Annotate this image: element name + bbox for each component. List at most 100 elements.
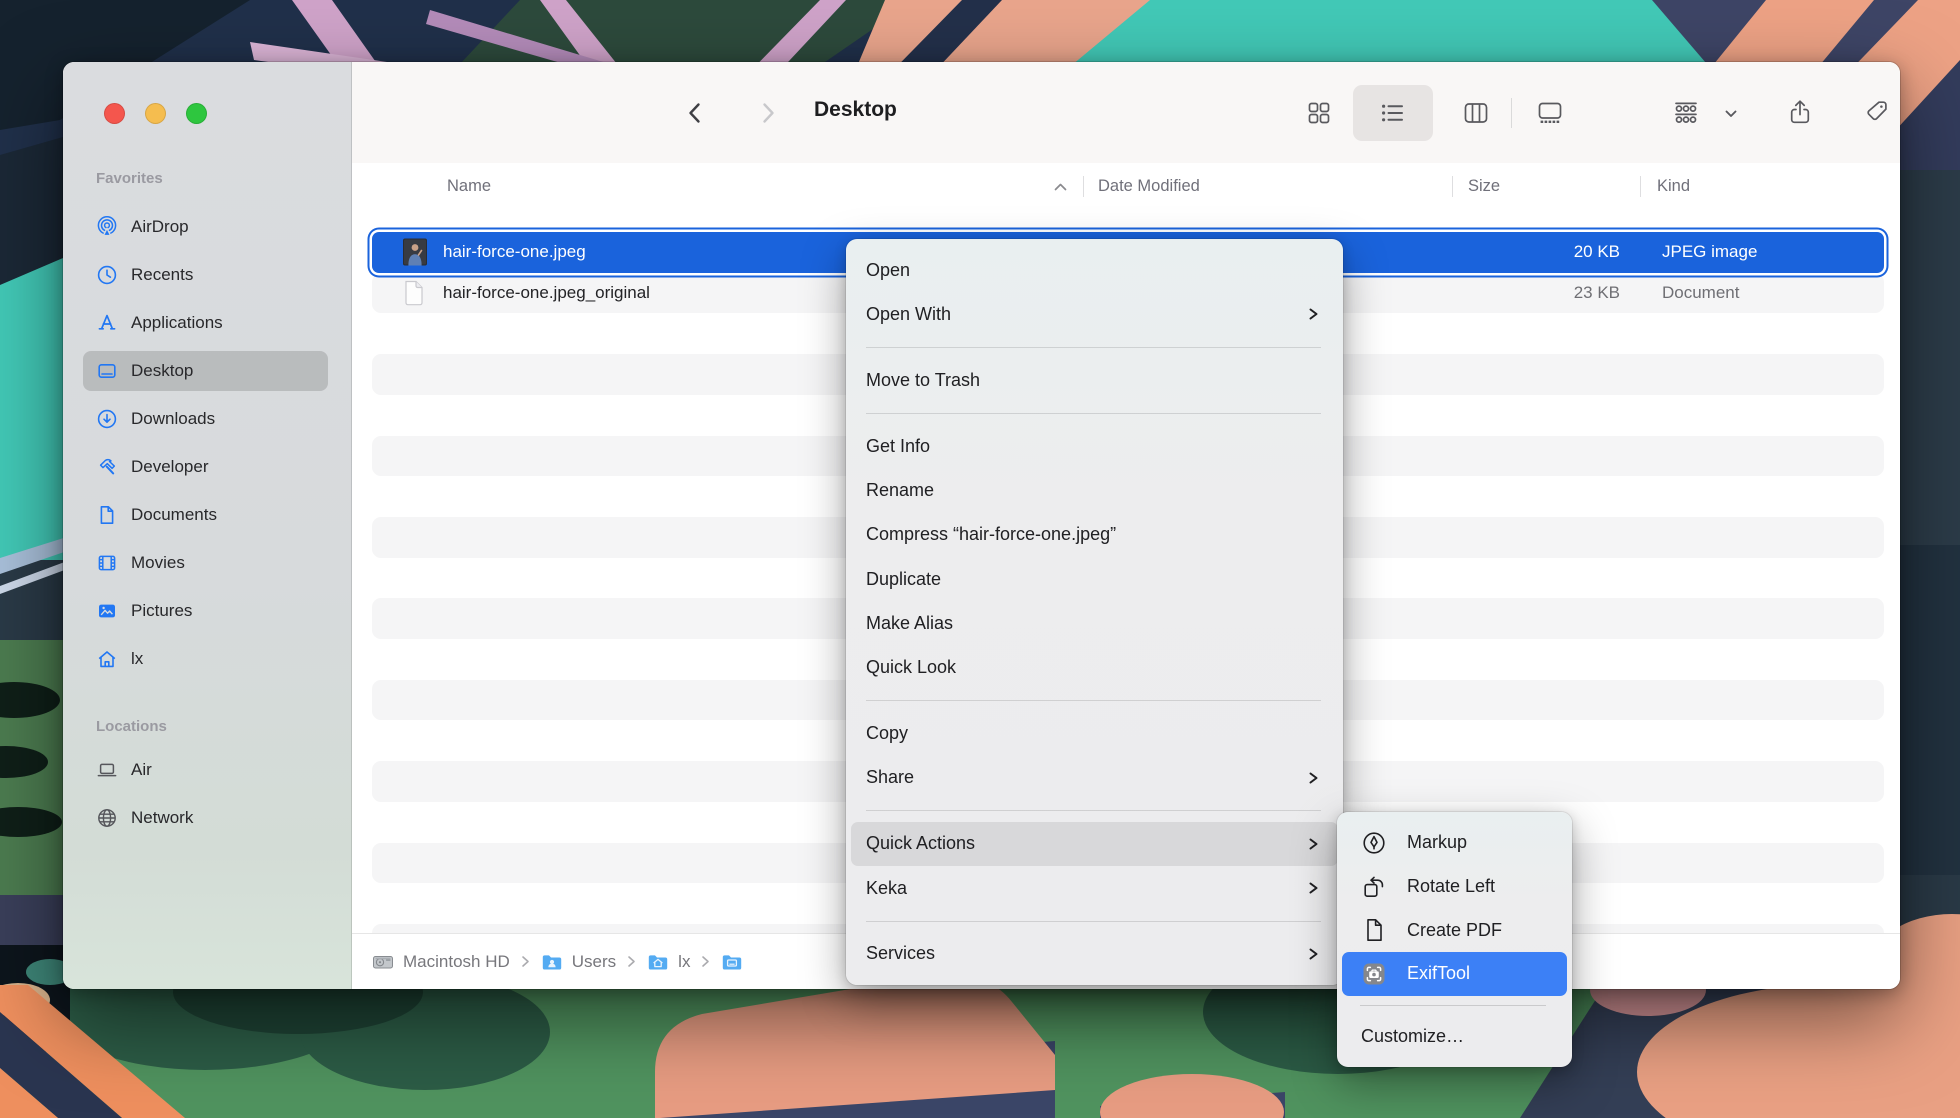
menu-item-services[interactable]: Services [846, 932, 1343, 976]
sidebar-item-movies[interactable]: Movies [83, 543, 328, 583]
column-header-name[interactable]: Name [447, 163, 491, 210]
quick-action-rotate-left[interactable]: Rotate Left [1337, 865, 1572, 909]
column-separator [1083, 176, 1084, 197]
path-item-label: lx [678, 952, 690, 972]
menu-item-open[interactable]: Open [846, 248, 1343, 292]
menu-item-label: Copy [866, 723, 1321, 744]
path-separator-chevron-icon [519, 954, 532, 969]
menu-item-share[interactable]: Share [846, 756, 1343, 800]
column-separator [1640, 176, 1641, 197]
sidebar-item-recents[interactable]: Recents [83, 255, 328, 295]
sidebar-item-developer[interactable]: Developer [83, 447, 328, 487]
sidebar-section-label-favorites: Favorites [96, 170, 163, 187]
quick-actions-submenu: Markup Rotate Left Create PDFExifTool Custo… [1337, 812, 1572, 1067]
sort-ascending-icon [1053, 163, 1068, 210]
menu-item-label: Services [866, 943, 1306, 964]
forward-button[interactable] [753, 98, 783, 128]
menu-separator [866, 921, 1321, 922]
menu-item-label: Rename [866, 480, 1321, 501]
submenu-chevron-icon [1306, 306, 1321, 322]
menu-item-make-alias[interactable]: Make Alias [846, 601, 1343, 645]
path-item-users[interactable]: Users [541, 951, 616, 973]
menu-item-move-to-trash[interactable]: Move to Trash [846, 358, 1343, 402]
quick-action-customize[interactable]: Customize… [1337, 1015, 1572, 1059]
path-item-desktop-folder[interactable] [721, 951, 752, 973]
quick-action-create-pdf[interactable]: Create PDF [1337, 908, 1572, 952]
recents-icon [95, 264, 119, 286]
file-size: 20 KB [1574, 242, 1620, 262]
path-separator-chevron-icon [699, 954, 712, 969]
folder-users-icon [541, 951, 563, 973]
folder-home-icon [647, 951, 669, 973]
path-item-lx[interactable]: lx [647, 951, 690, 973]
menu-item-keka[interactable]: Keka [846, 866, 1343, 910]
sidebar-item-label: Downloads [131, 409, 215, 429]
context-menu: Open Open With Move to Trash Get Info Rename… [846, 239, 1343, 985]
sidebar-item-desktop[interactable]: Desktop [83, 351, 328, 391]
menu-separator [866, 347, 1321, 348]
menu-separator [1360, 1005, 1546, 1006]
menu-item-label: Keka [866, 878, 1306, 899]
column-header-date-modified[interactable]: Date Modified [1098, 163, 1200, 210]
menu-item-label: Quick Actions [866, 833, 1306, 854]
submenu-chevron-icon [1306, 880, 1321, 896]
document-icon [403, 280, 425, 307]
path-item-label: Users [572, 952, 616, 972]
create-pdf-icon [1361, 917, 1387, 943]
menu-item-get-info[interactable]: Get Info [846, 424, 1343, 468]
close-button[interactable] [104, 103, 125, 124]
menu-item-label: Make Alias [866, 613, 1321, 634]
share-button[interactable] [1786, 98, 1816, 128]
sidebar-item-label: Network [131, 808, 193, 828]
rotate-left-icon [1361, 874, 1387, 900]
menu-separator [866, 810, 1321, 811]
sidebar-item-downloads[interactable]: Downloads [83, 399, 328, 439]
quick-action-markup[interactable]: Markup [1337, 821, 1572, 865]
column-header-kind[interactable]: Kind [1657, 163, 1690, 210]
path-item-macintosh-hd[interactable]: Macintosh HD [372, 951, 510, 973]
quick-action-label: Customize… [1361, 1026, 1464, 1047]
zoom-button[interactable] [186, 103, 207, 124]
menu-item-quick-actions[interactable]: Quick Actions [851, 822, 1338, 866]
menu-item-copy[interactable]: Copy [846, 711, 1343, 755]
menu-item-open-with[interactable]: Open With [846, 292, 1343, 336]
list-view-button[interactable] [1378, 99, 1406, 127]
sidebar-item-network[interactable]: Network [83, 798, 328, 838]
path-separator-chevron-icon [625, 954, 638, 969]
sidebar-item-label: Air [131, 760, 152, 780]
quick-action-exiftool[interactable]: ExifTool [1342, 952, 1567, 996]
sidebar: Favorites AirDrop Recents Applications Deskt… [63, 62, 352, 989]
submenu-chevron-icon [1306, 836, 1321, 852]
menu-item-rename[interactable]: Rename [846, 468, 1343, 512]
column-view-button[interactable] [1462, 99, 1490, 127]
sidebar-item-air[interactable]: Air [83, 750, 328, 790]
minimize-button[interactable] [145, 103, 166, 124]
menu-item-quick-look[interactable]: Quick Look [846, 646, 1343, 690]
menu-separator [866, 700, 1321, 701]
tag-button[interactable] [1864, 98, 1894, 128]
sidebar-section-label-locations: Locations [96, 718, 167, 735]
file-thumbnail [403, 239, 427, 266]
desktop-icon [95, 360, 119, 382]
menu-item-compress-hair-force-one-jpeg[interactable]: Compress “hair-force-one.jpeg” [846, 513, 1343, 557]
sidebar-item-applications[interactable]: Applications [83, 303, 328, 343]
sidebar-item-documents[interactable]: Documents [83, 495, 328, 535]
icon-view-button[interactable] [1305, 99, 1333, 127]
documents-icon [95, 504, 119, 526]
sidebar-item-airdrop[interactable]: AirDrop [83, 207, 328, 247]
column-header-size[interactable]: Size [1468, 163, 1500, 210]
file-size: 23 KB [1574, 283, 1620, 303]
menu-item-duplicate[interactable]: Duplicate [846, 557, 1343, 601]
markup-icon [1361, 830, 1387, 856]
menu-item-label: Share [866, 767, 1306, 788]
sidebar-item-label: Applications [131, 313, 223, 333]
quick-action-label: Rotate Left [1407, 876, 1495, 897]
pictures-icon [95, 600, 119, 622]
group-by-button[interactable] [1672, 99, 1700, 127]
sidebar-item-lx[interactable]: lx [83, 639, 328, 679]
back-button[interactable] [680, 98, 710, 128]
gallery-view-button[interactable] [1536, 99, 1564, 127]
menu-item-label: Open With [866, 304, 1306, 325]
sidebar-item-pictures[interactable]: Pictures [83, 591, 328, 631]
sidebar-item-label: Pictures [131, 601, 192, 621]
